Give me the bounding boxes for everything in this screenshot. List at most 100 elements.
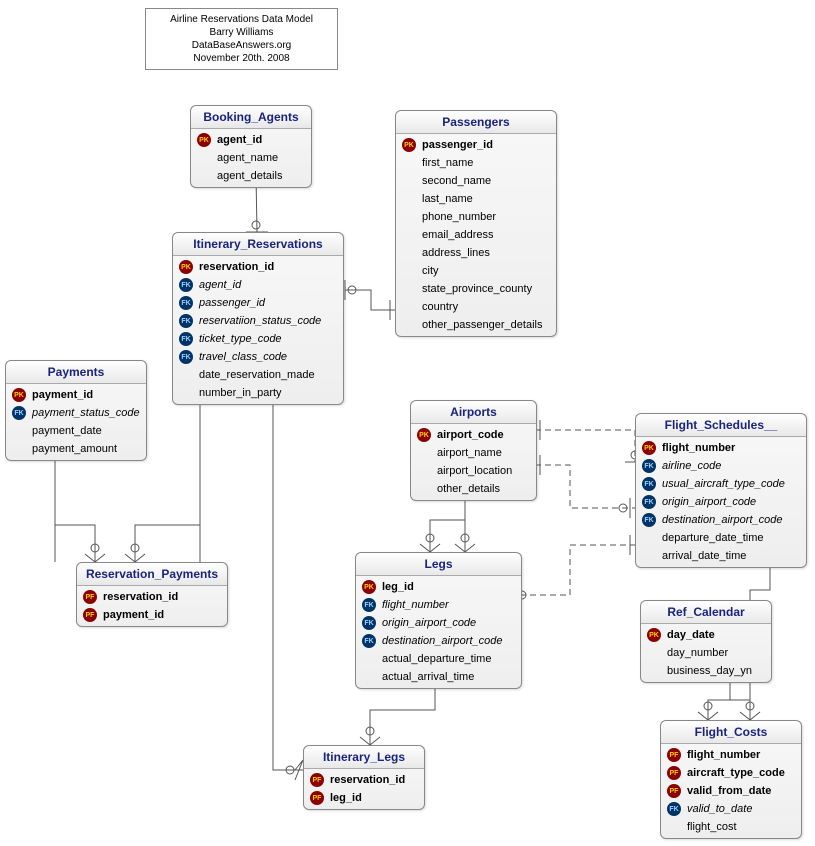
pk-badge-icon: PK [402,138,416,152]
column-row: first_name [396,154,556,172]
column-name: flight_number [687,749,760,761]
column-row: FK valid_to_date [661,800,801,818]
column-name: first_name [422,157,473,169]
fk-badge-icon: FK [179,314,193,328]
column-name: last_name [422,193,473,205]
column-row: actual_departure_time [356,650,521,668]
entity-payments: Payments PKpayment_idFKpayment_status_co… [5,360,147,461]
pf-badge-icon: PF [310,773,324,787]
column-row: state_province_county [396,280,556,298]
column-row: PKflight_number [636,439,806,457]
column-row: last_name [396,190,556,208]
column-row: PK passenger_id [396,136,556,154]
fk-badge-icon: FK [179,350,193,364]
diagram-title-box: Airline Reservations Data Model Barry Wi… [145,8,338,70]
entity-flight-costs: Flight_Costs PFflight_numberPFaircraft_t… [660,720,802,839]
column-row: agent_name [191,149,311,167]
entity-booking-agents: Booking_Agents PKagent_idagent_nameagent… [190,105,312,188]
column-name: day_date [667,629,715,641]
column-name: payment_date [32,425,102,437]
column-name: other_passenger_details [422,319,542,331]
pk-badge-icon: PK [417,428,431,442]
title-line3: DataBaseAnswers.org [154,39,329,52]
column-row: address_lines [396,244,556,262]
entity-ref-calendar: Ref_Calendar PKday_dateday_numberbusines… [640,600,772,683]
entity-passengers: Passengers PKpassenger_idfirst_namesecon… [395,110,557,337]
column-row: PFvalid_from_date [661,782,801,800]
pf-badge-icon: PF [83,608,97,622]
column-name: agent_name [217,152,278,164]
column-name: address_lines [422,247,490,259]
column-row: payment_date [6,422,146,440]
column-name: actual_arrival_time [382,671,474,683]
entity-header: Flight_Schedules__ [636,414,806,437]
fk-badge-icon: FK [642,459,656,473]
fk-badge-icon: FK [362,634,376,648]
column-row: FKusual_aircraft_type_code [636,475,806,493]
column-row: FKticket_type_code [173,330,343,348]
column-name: reservation_id [330,774,405,786]
column-row: PF leg_id [304,789,424,807]
entity-flight-schedules: Flight_Schedules__ PKflight_number FK airl… [635,413,807,568]
column-row: PKleg_id [356,578,521,596]
column-name: airport_code [437,429,504,441]
pf-badge-icon: PF [310,791,324,805]
pk-badge-icon: PK [647,628,661,642]
column-row: other_details [411,480,536,498]
column-name: business_day_yn [667,665,752,677]
column-name: departure_date_time [662,532,764,544]
pk-badge-icon: PK [12,388,26,402]
column-name: origin_airport_code [382,617,476,629]
column-name: date_reservation_made [199,369,315,381]
column-row: business_day_yn [641,662,771,680]
column-name: leg_id [382,581,414,593]
column-name: flight_cost [687,821,737,833]
fk-badge-icon: FK [642,513,656,527]
column-row: payment_amount [6,440,146,458]
column-name: payment_id [32,389,93,401]
fk-badge-icon: FK [179,332,193,346]
column-name: airport_name [437,447,502,459]
column-row: FK passenger_id [173,294,343,312]
column-row: arrival_date_time [636,547,806,565]
column-name: valid_to_date [687,803,752,815]
pf-badge-icon: PF [667,766,681,780]
column-row: FKorigin_airport_code [636,493,806,511]
entity-header: Legs [356,553,521,576]
fk-badge-icon: FK [179,296,193,310]
column-row: PK payment_id [6,386,146,404]
entity-header: Passengers [396,111,556,134]
column-row: PFreservation_id [77,588,227,606]
title-line2: Barry Williams [154,26,329,39]
column-row: FKorigin_airport_code [356,614,521,632]
column-row: FKdestination_airport_code [356,632,521,650]
fk-badge-icon: FK [179,278,193,292]
column-row: PFflight_number [661,746,801,764]
column-name: reservation_id [103,591,178,603]
entity-header: Flight_Costs [661,721,801,744]
column-row: FK destination_airport_code [636,511,806,529]
fk-badge-icon: FK [12,406,26,420]
column-name: airline_code [662,460,721,472]
column-name: valid_from_date [687,785,771,797]
column-row: number_in_party [173,384,343,402]
column-name: city [422,265,439,277]
column-name: passenger_id [199,297,265,309]
column-row: actual_arrival_time [356,668,521,686]
pk-badge-icon: PK [197,133,211,147]
column-row: FKreservatiion_status_code [173,312,343,330]
fk-badge-icon: FK [642,477,656,491]
column-row: other_passenger_details [396,316,556,334]
column-name: other_details [437,483,500,495]
fk-badge-icon: FK [642,495,656,509]
column-row: PKreservation_id [173,258,343,276]
column-row: airport_location [411,462,536,480]
column-row: date_reservation_made [173,366,343,384]
title-line1: Airline Reservations Data Model [154,13,329,26]
column-name: destination_airport_code [662,514,782,526]
column-row: departure_date_time [636,529,806,547]
column-name: passenger_id [422,139,493,151]
fk-badge-icon: FK [667,802,681,816]
column-row: PKagent_id [191,131,311,149]
column-name: leg_id [330,792,362,804]
